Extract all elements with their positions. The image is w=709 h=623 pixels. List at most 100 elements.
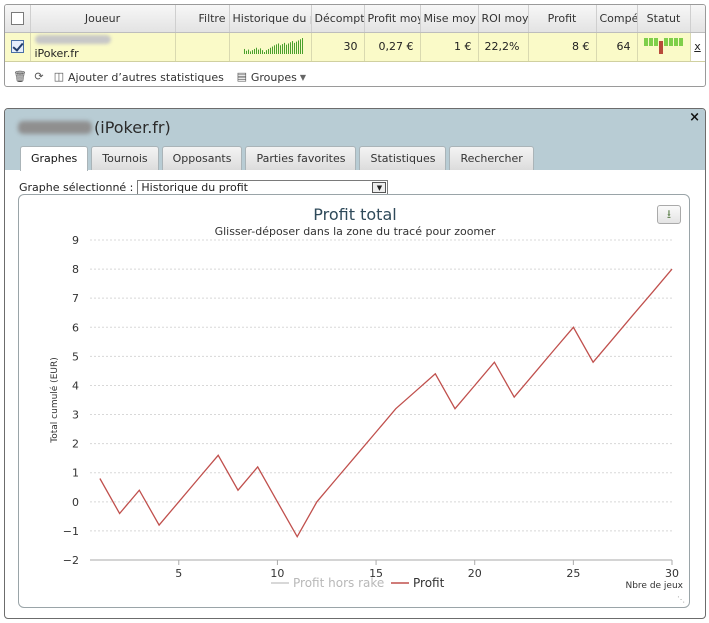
chart-subtitle: Glisser-déposer dans la zone du tracé po… (215, 225, 496, 238)
column-header-profit-moyen[interactable]: Profit moy (364, 5, 421, 33)
row-checkbox[interactable] (10, 40, 24, 54)
status-bar (668, 38, 673, 46)
status-cell (637, 32, 691, 62)
blurred-player-name (18, 121, 92, 134)
x-tick-label: 30 (665, 567, 679, 580)
column-header-profit[interactable]: Profit (528, 5, 597, 33)
x-axis-label: Nbre de jeux (625, 581, 683, 591)
remove-row-button[interactable]: x (690, 32, 705, 62)
column-header-roi-moyen[interactable]: ROI moy (478, 5, 529, 33)
sparkline-bar (281, 44, 283, 54)
stats-table-header: Joueur Filtre Historique du p Décompt Pr… (5, 5, 705, 33)
status-bar (678, 38, 683, 46)
tab-opposants[interactable]: Opposants (161, 146, 243, 170)
y-tick-label: −2 (63, 554, 79, 567)
y-tick-label: 6 (72, 321, 79, 334)
column-header-statut[interactable]: Statut (637, 5, 691, 33)
column-header-remove (690, 5, 705, 33)
panel-title-site: (iPoker.fr) (94, 118, 171, 137)
sparkline-bar (249, 51, 251, 54)
tab-tournois[interactable]: Tournois (91, 146, 159, 170)
profit-series-line (99, 268, 673, 539)
sparkline-bar (259, 48, 261, 54)
profit-moyen-cell: 0,27 € (364, 32, 421, 62)
stats-toolbar: 🗑 ⟳ ◫ Ajouter d’autres statistiques ▤ Gr… (5, 67, 705, 86)
y-tick-label: 1 (72, 467, 79, 480)
sparkline-bar (245, 50, 247, 54)
add-stats-label: Ajouter d’autres statistiques (68, 70, 224, 84)
row-select-cell[interactable] (5, 32, 31, 62)
legend-label-rake: Profit hors rake (293, 576, 384, 590)
column-header-historique[interactable]: Historique du p (229, 5, 312, 33)
column-header-decompte[interactable]: Décompt (311, 5, 365, 33)
sparkline-bar (243, 48, 245, 54)
sparkline-bar (251, 50, 253, 54)
player-cell[interactable]: iPoker.fr (30, 32, 176, 62)
graph-select[interactable]: Historique du profit ▼ (137, 180, 389, 195)
sparkline-bar (279, 45, 281, 54)
status-bar (648, 38, 653, 46)
sparkline-bar (301, 38, 303, 54)
tab-rechercher[interactable]: Rechercher (449, 146, 534, 170)
player-site: iPoker.fr (34, 46, 79, 60)
history-sparkline-cell (229, 32, 312, 62)
sparkline-bar (263, 52, 265, 54)
groups-button[interactable]: ▤ Groupes ▼ (236, 71, 306, 84)
resize-grip-icon[interactable]: ⋱ (677, 595, 686, 604)
download-icon[interactable]: ⭳ (657, 205, 681, 224)
x-tick-label: 10 (270, 567, 284, 580)
chart-canvas[interactable]: Profit totalGlisser-déposer dans la zone… (19, 195, 691, 609)
select-all-checkbox[interactable] (10, 12, 24, 25)
column-header-competence[interactable]: Compé (596, 5, 638, 33)
y-tick-label: 2 (72, 438, 79, 451)
panel-tabs: Graphes Tournois Opposants Parties favor… (20, 146, 534, 171)
player-panel-header: (iPoker.fr) × Graphes Tournois Opposants… (5, 109, 705, 171)
sparkline-bar (287, 43, 289, 54)
sparkline-bar (271, 46, 273, 54)
close-icon[interactable]: × (689, 110, 700, 125)
sparkline-bar (299, 39, 301, 54)
profit-chart[interactable]: Profit total Glisser-déposer dans la zone… (18, 194, 690, 608)
column-header-mise-moyenne[interactable]: Mise moy (420, 5, 479, 33)
tab-statistiques[interactable]: Statistiques (359, 146, 447, 170)
x-tick-label: 20 (468, 567, 482, 580)
decompte-cell: 30 (311, 32, 365, 62)
roi-moyen-cell: 22,2% (478, 32, 529, 62)
status-bar (658, 41, 663, 54)
table-row[interactable]: iPoker.fr 30 0,27 € 1 € 22,2% 8 € 64 x (5, 32, 705, 62)
blurred-player-name (34, 34, 111, 44)
sparkline-bar (293, 42, 295, 54)
panel-title: (iPoker.fr) (18, 118, 171, 137)
player-panel: (iPoker.fr) × Graphes Tournois Opposants… (4, 108, 706, 619)
status-indicator (643, 38, 683, 54)
sparkline-bar (273, 45, 275, 54)
refresh-icon[interactable]: ⟳ (33, 71, 45, 83)
sparkline-bar (257, 49, 259, 54)
tab-parties-favorites[interactable]: Parties favorites (245, 146, 357, 170)
y-tick-label: 5 (72, 350, 79, 363)
sparkline-bar (269, 47, 271, 54)
y-tick-label: 7 (72, 292, 79, 305)
tab-graphes[interactable]: Graphes (20, 146, 89, 171)
profit-sparkline (243, 38, 303, 54)
profit-cell: 8 € (528, 32, 597, 62)
status-bar (653, 38, 658, 46)
column-header-joueur[interactable]: Joueur (30, 5, 176, 33)
sparkline-bar (261, 50, 263, 54)
competence-cell: 64 (596, 32, 638, 62)
filter-cell[interactable] (175, 32, 230, 62)
chevron-down-icon[interactable]: ▼ (372, 182, 387, 193)
graph-select-value: Historique du profit (141, 181, 248, 194)
select-all-header[interactable] (5, 5, 31, 33)
trash-icon[interactable]: 🗑 (13, 71, 27, 83)
add-stats-button[interactable]: ◫ Ajouter d’autres statistiques (53, 71, 224, 84)
graph-select-label: Graphe sélectionné : (19, 181, 134, 194)
y-tick-label: 4 (72, 379, 79, 392)
sparkline-bar (283, 42, 285, 54)
mise-moyenne-cell: 1 € (420, 32, 479, 62)
groups-icon: ▤ (236, 70, 248, 83)
x-tick-label: 25 (566, 567, 580, 580)
sparkline-bar (295, 41, 297, 54)
column-header-filtre[interactable]: Filtre (175, 5, 230, 33)
sparkline-bar (277, 43, 279, 54)
